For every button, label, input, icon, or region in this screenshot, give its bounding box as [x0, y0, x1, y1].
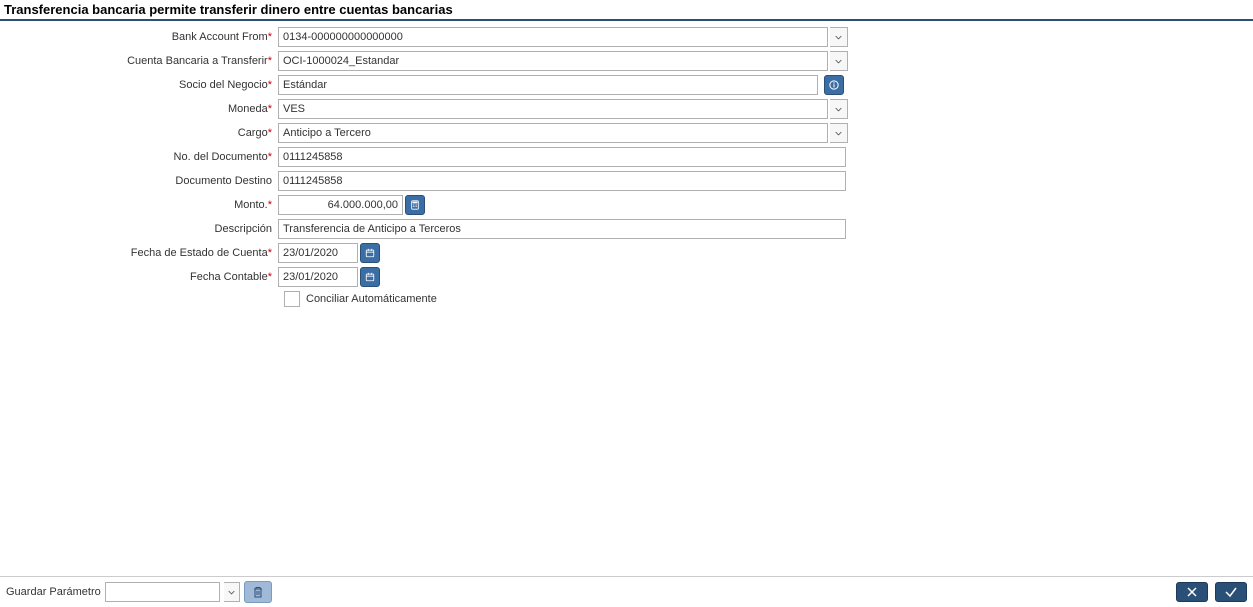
calendar-icon [365, 272, 375, 282]
required-mark: * [268, 31, 272, 43]
label-text: No. del Documento [174, 151, 268, 163]
cancel-button[interactable] [1176, 582, 1208, 602]
chevron-down-icon [228, 590, 235, 595]
label-charge: Cargo* [0, 127, 278, 139]
calculator-icon [410, 200, 420, 210]
confirm-button[interactable] [1215, 582, 1247, 602]
delete-param-btn[interactable] [244, 581, 272, 603]
row-charge: Cargo* [0, 123, 1253, 143]
field-acct-date [278, 267, 853, 287]
label-bank-from: Bank Account From* [0, 31, 278, 43]
required-mark: * [268, 55, 272, 67]
bank-from-dropdown-btn[interactable] [830, 27, 848, 47]
row-stmt-date: Fecha de Estado de Cuenta* [0, 243, 1253, 263]
save-param-dropdown-btn[interactable] [224, 582, 240, 602]
calculator-btn[interactable] [405, 195, 425, 215]
label-description: Descripción [0, 223, 278, 235]
amount-input[interactable] [278, 195, 403, 215]
row-bpartner: Socio del Negocio* [0, 75, 1253, 95]
stmt-date-picker-btn[interactable] [360, 243, 380, 263]
field-currency [278, 99, 853, 119]
auto-reconcile-checkbox[interactable] [284, 291, 300, 307]
close-icon [1185, 586, 1199, 598]
page-root: Transferencia bancaria permite transferi… [0, 0, 1253, 607]
label-text: Monto. [234, 199, 268, 211]
label-text: Descripción [215, 223, 272, 235]
acct-date-input[interactable] [278, 267, 358, 287]
required-mark: * [268, 103, 272, 115]
stmt-date-input[interactable] [278, 243, 358, 263]
field-doc-no [278, 147, 853, 167]
row-currency: Moneda* [0, 99, 1253, 119]
bpartner-lookup-btn[interactable] [824, 75, 844, 95]
label-doc-target: Documento Destino [0, 175, 278, 187]
page-title: Transferencia bancaria permite transferi… [0, 0, 1253, 21]
description-input[interactable] [278, 219, 846, 239]
row-auto-reconcile: Conciliar Automáticamente [284, 291, 1253, 307]
bank-to-dropdown-btn[interactable] [830, 51, 848, 71]
row-bank-to: Cuenta Bancaria a Transferir* [0, 51, 1253, 71]
label-text: Cargo [238, 127, 268, 139]
label-text: Cuenta Bancaria a Transferir [127, 55, 268, 67]
field-charge [278, 123, 853, 143]
doc-target-input[interactable] [278, 171, 846, 191]
bank-from-select[interactable] [278, 27, 828, 47]
field-bank-from [278, 27, 853, 47]
label-text: Bank Account From [172, 31, 268, 43]
info-icon [829, 80, 839, 90]
required-mark: * [268, 271, 272, 283]
auto-reconcile-label: Conciliar Automáticamente [306, 293, 437, 305]
required-mark: * [268, 79, 272, 91]
label-text: Socio del Negocio [179, 79, 268, 91]
field-stmt-date [278, 243, 853, 263]
currency-dropdown-btn[interactable] [830, 99, 848, 119]
label-doc-no: No. del Documento* [0, 151, 278, 163]
save-param-label: Guardar Parámetro [6, 586, 101, 598]
label-text: Documento Destino [175, 175, 272, 187]
row-doc-target: Documento Destino [0, 171, 1253, 191]
chevron-down-icon [835, 35, 842, 40]
chevron-down-icon [835, 107, 842, 112]
label-text: Fecha Contable [190, 271, 268, 283]
required-mark: * [268, 199, 272, 211]
field-description [278, 219, 853, 239]
footer-bar: Guardar Parámetro [0, 576, 1253, 607]
required-mark: * [268, 127, 272, 139]
label-stmt-date: Fecha de Estado de Cuenta* [0, 247, 278, 259]
check-icon [1224, 586, 1238, 598]
charge-dropdown-btn[interactable] [830, 123, 848, 143]
row-amount: Monto.* [0, 195, 1253, 215]
form-area: Bank Account From* Cuenta Bancaria a Tra… [0, 21, 1253, 576]
trash-icon [252, 585, 264, 599]
currency-select[interactable] [278, 99, 828, 119]
field-bpartner [278, 75, 853, 95]
label-amount: Monto.* [0, 199, 278, 211]
row-description: Descripción [0, 219, 1253, 239]
chevron-down-icon [835, 131, 842, 136]
bpartner-input[interactable] [278, 75, 818, 95]
bank-to-select[interactable] [278, 51, 828, 71]
save-param-select[interactable] [105, 582, 220, 602]
label-acct-date: Fecha Contable* [0, 271, 278, 283]
label-currency: Moneda* [0, 103, 278, 115]
row-bank-from: Bank Account From* [0, 27, 1253, 47]
doc-no-input[interactable] [278, 147, 846, 167]
label-bank-to: Cuenta Bancaria a Transferir* [0, 55, 278, 67]
field-amount [278, 195, 853, 215]
required-mark: * [268, 151, 272, 163]
label-text: Moneda [228, 103, 268, 115]
row-doc-no: No. del Documento* [0, 147, 1253, 167]
label-text: Fecha de Estado de Cuenta [131, 247, 268, 259]
required-mark: * [268, 247, 272, 259]
field-doc-target [278, 171, 853, 191]
label-bpartner: Socio del Negocio* [0, 79, 278, 91]
field-bank-to [278, 51, 853, 71]
charge-select[interactable] [278, 123, 828, 143]
row-acct-date: Fecha Contable* [0, 267, 1253, 287]
calendar-icon [365, 248, 375, 258]
chevron-down-icon [835, 59, 842, 64]
acct-date-picker-btn[interactable] [360, 267, 380, 287]
